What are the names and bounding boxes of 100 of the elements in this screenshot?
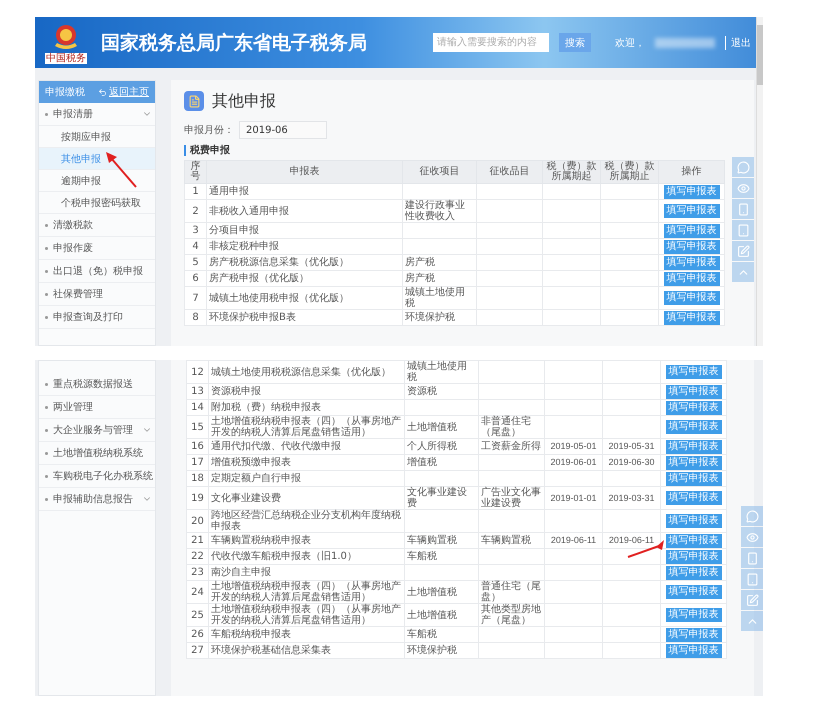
table-cell: 环境保护税申报B表 bbox=[206, 310, 402, 326]
table-cell: 18 bbox=[186, 470, 208, 486]
phone-icon[interactable] bbox=[732, 199, 754, 219]
chat-icon[interactable] bbox=[732, 157, 754, 177]
table-cell: 文化事业建设费 bbox=[208, 486, 404, 510]
table-cell: 城镇土地使用税税源信息采集（优化版） bbox=[208, 360, 404, 384]
fill-form-button[interactable]: 填写申报表 bbox=[666, 365, 722, 379]
fill-form-button[interactable]: 填写申报表 bbox=[666, 644, 722, 658]
month-field[interactable]: 2019-06 bbox=[239, 121, 327, 139]
arrow-annotation bbox=[103, 150, 139, 190]
table-cell: 土地增值税 bbox=[404, 580, 478, 604]
logout-link[interactable]: 退出 bbox=[725, 36, 751, 50]
fill-form-button[interactable]: 填写申报表 bbox=[666, 456, 722, 470]
fill-form-button[interactable]: 填写申报表 bbox=[666, 384, 722, 398]
table-cell: 城镇土地使用税 bbox=[402, 286, 476, 310]
up-chevron-icon[interactable] bbox=[741, 611, 763, 631]
table-cell: 增值税 bbox=[404, 454, 478, 470]
sidebar-item[interactable]: 两业管理 bbox=[39, 396, 155, 419]
column-header: 操作 bbox=[658, 160, 724, 184]
table-cell: 13 bbox=[186, 384, 208, 400]
welcome-text: 欢迎， bbox=[615, 36, 645, 50]
fill-form-button[interactable]: 填写申报表 bbox=[666, 514, 722, 528]
phone-icon[interactable] bbox=[741, 548, 763, 568]
table-cell: 车辆购置税纳税申报表 bbox=[208, 532, 404, 548]
fill-form-button[interactable]: 填写申报表 bbox=[666, 420, 722, 434]
table-cell: 非核定税种申报 bbox=[206, 238, 402, 254]
month-label: 申报月份： bbox=[184, 124, 235, 137]
up-chevron-icon[interactable] bbox=[732, 262, 754, 282]
sidebar-item[interactable]: 土地增值税纳税系统 bbox=[39, 442, 155, 465]
fill-form-button[interactable]: 填写申报表 bbox=[666, 628, 722, 642]
sidebar-item[interactable]: 申报查询及打印 bbox=[39, 306, 155, 329]
table-cell: 文化事业建设费 bbox=[404, 486, 478, 510]
table-cell: 附加税（费）纳税申报表 bbox=[208, 400, 404, 416]
back-icon bbox=[98, 88, 107, 96]
table-cell: 土地增值税纳税申报表（四）（从事房地产开发的纳税人清算后尾盘销售适用） bbox=[208, 416, 404, 438]
sidebar-item[interactable]: 申报清册 bbox=[39, 103, 155, 126]
fill-form-button[interactable]: 填写申报表 bbox=[666, 400, 722, 414]
table-cell: 工资薪金所得 bbox=[478, 438, 544, 454]
table-cell: 5 bbox=[184, 254, 206, 270]
edit-icon[interactable] bbox=[732, 241, 754, 261]
table-cell: 其他类型房地产（尾盘） bbox=[478, 604, 544, 626]
sidebar-item[interactable]: 大企业服务与管理 bbox=[39, 419, 155, 442]
sidebar-item[interactable]: 社保费管理 bbox=[39, 283, 155, 306]
table-cell: 城镇土地使用税 bbox=[404, 360, 478, 384]
sidebar-subitem[interactable]: 个税申报密码获取 bbox=[39, 192, 155, 214]
fill-form-button[interactable]: 填写申报表 bbox=[666, 491, 722, 505]
fill-form-button[interactable]: 填写申报表 bbox=[666, 440, 722, 454]
search-field[interactable]: 请输入需要搜索的内容 bbox=[433, 33, 549, 52]
column-header: 税（费）款所属期起 bbox=[542, 160, 600, 184]
tablet-icon[interactable] bbox=[732, 220, 754, 240]
site-title: 国家税务总局广东省电子税务局 bbox=[101, 30, 368, 56]
section-title: 税费申报 bbox=[184, 145, 744, 156]
table-cell: 环境保护税 bbox=[404, 642, 478, 658]
fill-form-button[interactable]: 填写申报表 bbox=[666, 534, 722, 548]
sidebar-subitem[interactable]: 逾期申报 bbox=[39, 170, 155, 192]
sidebar-title: 申报缴税 bbox=[45, 86, 85, 99]
fill-form-button[interactable]: 填写申报表 bbox=[664, 240, 720, 254]
sidebar-subitem[interactable]: 其他申报 bbox=[39, 148, 155, 170]
chat-icon[interactable] bbox=[741, 506, 763, 526]
column-header: 申报表 bbox=[206, 160, 402, 184]
sidebar-item[interactable]: 申报辅助信息报告 bbox=[39, 488, 155, 511]
fill-form-button[interactable]: 填写申报表 bbox=[664, 184, 720, 198]
fill-form-button[interactable]: 填写申报表 bbox=[664, 272, 720, 286]
table-cell: 定期定额户自行申报 bbox=[208, 470, 404, 486]
table-cell: 车船税 bbox=[404, 626, 478, 642]
sidebar-item[interactable]: 清缴税款 bbox=[39, 214, 155, 237]
table-cell: 广告业文化事业建设费 bbox=[478, 486, 544, 510]
sidebar-item[interactable]: 申报作废 bbox=[39, 237, 155, 260]
fill-form-button[interactable]: 填写申报表 bbox=[666, 585, 722, 599]
table-cell: 车辆购置税 bbox=[404, 532, 478, 548]
column-header: 征收项目 bbox=[402, 160, 476, 184]
table-cell: 房产税税源信息采集（优化版） bbox=[206, 254, 402, 270]
eye-icon[interactable] bbox=[732, 178, 754, 198]
fill-form-button[interactable]: 填写申报表 bbox=[664, 256, 720, 270]
fill-form-button[interactable]: 填写申报表 bbox=[664, 310, 720, 324]
table-cell: 房产税申报（优化版） bbox=[206, 270, 402, 286]
search-button[interactable]: 搜索 bbox=[559, 33, 591, 52]
fill-form-button[interactable]: 填写申报表 bbox=[664, 204, 720, 218]
fill-form-button[interactable]: 填写申报表 bbox=[664, 291, 720, 305]
table-cell: 房产税 bbox=[402, 254, 476, 270]
table-cell: 19 bbox=[186, 486, 208, 510]
fill-form-button[interactable]: 填写申报表 bbox=[666, 608, 722, 622]
table-cell: 17 bbox=[186, 454, 208, 470]
eye-icon[interactable] bbox=[741, 527, 763, 547]
back-home-link[interactable]: 返回主页 bbox=[98, 85, 149, 99]
fill-form-button[interactable]: 填写申报表 bbox=[666, 566, 722, 580]
fill-form-button[interactable]: 填写申报表 bbox=[666, 550, 722, 564]
sidebar-item[interactable]: 车购税电子化办税系统 bbox=[39, 465, 155, 488]
document-icon bbox=[184, 91, 204, 111]
table-cell: 12 bbox=[186, 360, 208, 384]
edit-icon[interactable] bbox=[741, 590, 763, 610]
fill-form-button[interactable]: 填写申报表 bbox=[664, 224, 720, 238]
scrollbar[interactable] bbox=[756, 17, 763, 346]
table-cell: 16 bbox=[186, 438, 208, 454]
sidebar-item[interactable]: 出口退（免）税申报 bbox=[39, 260, 155, 283]
tablet-icon[interactable] bbox=[741, 569, 763, 589]
fill-form-button[interactable]: 填写申报表 bbox=[666, 472, 722, 486]
table-cell: 22 bbox=[186, 548, 208, 564]
table-cell: 土地增值税 bbox=[404, 416, 478, 438]
sidebar-item[interactable]: 重点税源数据报送 bbox=[39, 373, 155, 396]
